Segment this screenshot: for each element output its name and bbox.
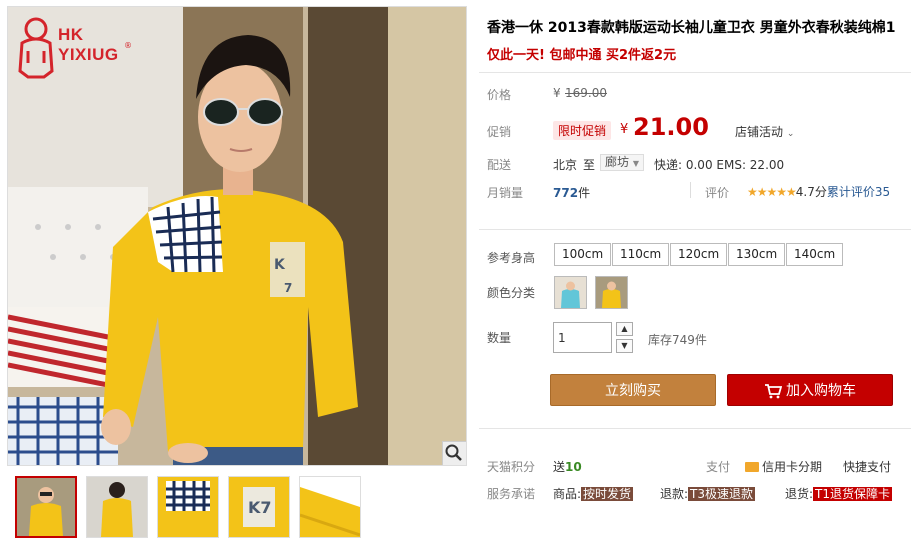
service-goods: 商品: 按时发货 bbox=[553, 485, 634, 502]
divider-top bbox=[479, 72, 911, 73]
add-to-cart-button[interactable]: 加入购物车 bbox=[727, 374, 893, 406]
service-goods-label: 商品: bbox=[553, 487, 582, 501]
credit-card-icon bbox=[745, 462, 759, 472]
magnifier-icon bbox=[445, 444, 462, 461]
brand-logo: HK YIXIUG ® bbox=[16, 13, 136, 83]
brand-logo-line1: HK bbox=[58, 25, 84, 44]
shipping-label: 配送 bbox=[487, 158, 512, 172]
rating-total: 累计评价35 bbox=[826, 185, 891, 199]
color-option-yellow[interactable] bbox=[595, 276, 628, 309]
cart-icon bbox=[765, 384, 783, 399]
pay-quick[interactable]: 快捷支付 bbox=[843, 458, 891, 475]
qty-decrease-button[interactable]: ▼ bbox=[616, 339, 633, 353]
thumbnail-4[interactable]: K7 bbox=[228, 476, 290, 538]
thumbnail-3[interactable] bbox=[157, 476, 219, 538]
ship-from: 北京 bbox=[553, 158, 578, 172]
color-swatch-image bbox=[555, 277, 586, 308]
product-title: 香港一休 2013春款韩版运动长袖儿童卫衣 男童外衣春秋装纯棉1 bbox=[487, 20, 896, 36]
thumbnail-strip: K7 bbox=[15, 476, 361, 538]
size-option-100[interactable]: 100cm bbox=[554, 243, 612, 266]
monthly-sales-value: 772 bbox=[553, 186, 579, 200]
original-price: 169.00 bbox=[565, 86, 607, 100]
color-label: 颜色分类 bbox=[487, 286, 536, 300]
caret-down-icon: ▼ bbox=[632, 159, 639, 168]
thumbnail-image bbox=[87, 477, 147, 537]
quantity-input[interactable] bbox=[553, 322, 612, 353]
price-label: 价格 bbox=[487, 88, 512, 102]
service-return-label: 退货: bbox=[785, 487, 814, 501]
rating-stars: ★★★★★ bbox=[747, 185, 797, 199]
thumbnail-5[interactable] bbox=[299, 476, 361, 538]
registered-mark: ® bbox=[124, 41, 132, 50]
monthly-sales-label: 月销量 bbox=[487, 186, 524, 200]
add-to-cart-label: 加入购物车 bbox=[786, 383, 856, 399]
size-option-120[interactable]: 120cm bbox=[670, 243, 728, 266]
product-subtitle: 仅此一天! 包邮中通 买2件返2元 bbox=[487, 48, 677, 63]
main-product-image[interactable]: K 7 HK YIXIUG ® bbox=[7, 6, 467, 466]
monthly-sales-unit: 件 bbox=[578, 186, 591, 200]
color-option-blue[interactable] bbox=[554, 276, 587, 309]
brand-mascot-icon bbox=[18, 17, 54, 79]
thumbnail-1[interactable] bbox=[15, 476, 77, 538]
brand-logo-line2: YIXIUG bbox=[58, 45, 119, 64]
store-promo-dropdown[interactable]: 店铺活动 ⌄ bbox=[735, 123, 794, 140]
service-label: 服务承诺 bbox=[487, 487, 536, 501]
ship-to-word: 至 bbox=[583, 158, 596, 172]
svg-text:K7: K7 bbox=[248, 498, 272, 517]
service-return-badge[interactable]: T1退货保障卡 bbox=[813, 487, 893, 501]
thumbnail-image: K7 bbox=[229, 477, 289, 537]
service-refund-label: 退款: bbox=[660, 487, 689, 501]
svg-text:7: 7 bbox=[284, 281, 292, 295]
thumbnail-image bbox=[300, 477, 360, 537]
monthly-sales: 772件 bbox=[553, 184, 590, 201]
caret-up-icon: ▲ bbox=[621, 324, 628, 333]
service-refund: 退款: T3极速退款 bbox=[660, 485, 756, 502]
pay-credit[interactable]: 信用卡分期 bbox=[745, 458, 822, 475]
ship-to-value: 廊坊 bbox=[605, 155, 630, 169]
rating-score: 4.7分 bbox=[795, 185, 827, 199]
product-page: K 7 HK YIXIUG ® K7 香港一休 2013春款韩版运动长袖儿童卫衣… bbox=[0, 0, 911, 547]
thumbnail-image bbox=[158, 477, 218, 537]
size-option-110[interactable]: 110cm bbox=[612, 243, 670, 266]
zoom-button[interactable] bbox=[442, 441, 466, 465]
pay-credit-label: 信用卡分期 bbox=[762, 460, 823, 474]
size-label: 参考身高 bbox=[487, 251, 536, 265]
stock-text: 库存749件 bbox=[648, 333, 707, 347]
divider-mid bbox=[479, 229, 911, 230]
ship-to-select[interactable]: 廊坊 ▼ bbox=[600, 154, 644, 171]
store-promo-label: 店铺活动 bbox=[735, 125, 784, 139]
service-return: 退货: T1退货保障卡 bbox=[785, 485, 893, 502]
pay-label: 支付 bbox=[706, 460, 731, 474]
size-option-140[interactable]: 140cm bbox=[786, 243, 844, 266]
points-prefix: 送 bbox=[553, 460, 566, 474]
thumbnail-image bbox=[17, 478, 75, 536]
qty-increase-button[interactable]: ▲ bbox=[616, 322, 633, 336]
qty-label: 数量 bbox=[487, 331, 512, 345]
promo-price: 21.00 bbox=[633, 113, 709, 141]
divider-bottom bbox=[479, 428, 911, 429]
color-swatch-image bbox=[596, 277, 627, 308]
promo-label: 促销 bbox=[487, 125, 512, 139]
size-option-130[interactable]: 130cm bbox=[728, 243, 786, 266]
thumbnail-2[interactable] bbox=[86, 476, 148, 538]
caret-down-icon: ▼ bbox=[621, 341, 628, 350]
points-info: 送10 bbox=[553, 458, 582, 475]
buy-now-button[interactable]: 立刻购买 bbox=[550, 374, 716, 406]
shipping-fees: 快递: 0.00 EMS: 22.00 bbox=[654, 158, 785, 172]
service-goods-badge[interactable]: 按时发货 bbox=[581, 487, 634, 501]
meta-separator bbox=[690, 182, 691, 198]
promo-tag: 限时促销 bbox=[553, 121, 612, 140]
svg-text:K: K bbox=[274, 257, 286, 273]
promo-price-currency: ¥ bbox=[620, 122, 629, 137]
points-value: 10 bbox=[565, 460, 582, 474]
rating-label: 评价 bbox=[705, 186, 730, 200]
rating-summary[interactable]: ★★★★★4.7分累计评价35 bbox=[747, 183, 890, 200]
points-label: 天猫积分 bbox=[487, 460, 536, 474]
chevron-down-icon: ⌄ bbox=[786, 129, 795, 139]
service-refund-badge[interactable]: T3极速退款 bbox=[688, 487, 756, 501]
original-price-currency: ¥ bbox=[553, 86, 561, 100]
